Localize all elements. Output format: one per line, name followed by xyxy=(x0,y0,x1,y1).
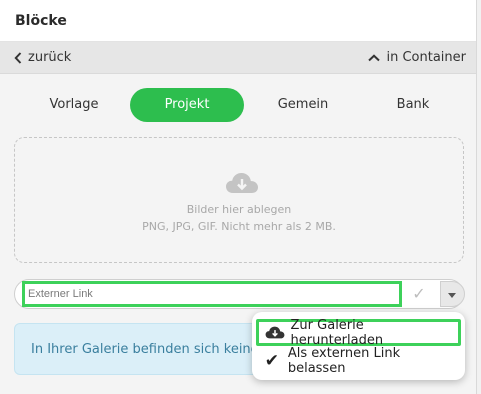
link-options-menu: Zur Galerie herunterladen ✔ Als externen… xyxy=(252,312,465,380)
caret-down-icon xyxy=(448,293,456,298)
dropzone-formats: PNG, JPG, GIF. Nicht mehr als 2 MB. xyxy=(142,220,336,233)
blocks-panel: Blöcke zurück in Container Vorlage Proje… xyxy=(0,0,477,394)
external-link-row: ✓ xyxy=(14,279,465,309)
menu-item-label: Zur Galerie herunterladen xyxy=(290,317,384,348)
confirm-check-icon[interactable]: ✓ xyxy=(410,285,428,303)
navigation-bar: zurück in Container xyxy=(0,42,476,74)
tab-bank[interactable]: Bank xyxy=(358,88,468,122)
check-icon: ✔ xyxy=(264,350,280,371)
image-dropzone[interactable]: Bilder hier ablegen PNG, JPG, GIF. Nicht… xyxy=(14,137,464,263)
panel-header: Blöcke xyxy=(0,0,476,42)
link-options-dropdown-button[interactable] xyxy=(440,281,465,307)
source-tabs: Vorlage Projekt Gemein Bank xyxy=(14,88,464,122)
menu-item-download-to-gallery[interactable]: Zur Galerie herunterladen xyxy=(256,317,461,348)
tab-projekt[interactable]: Projekt xyxy=(130,88,244,122)
menu-item-label: Als externen Link belassen xyxy=(287,345,401,376)
in-container-label: in Container xyxy=(386,50,466,65)
tab-vorlage[interactable]: Vorlage xyxy=(19,88,129,122)
dropzone-hint: Bilder hier ablegen xyxy=(186,203,292,216)
cloud-download-icon xyxy=(259,325,291,340)
back-label: zurück xyxy=(28,50,72,65)
chevron-left-icon xyxy=(14,51,22,64)
external-link-input[interactable] xyxy=(22,281,402,307)
chevron-up-icon xyxy=(368,53,381,61)
back-button[interactable]: zurück xyxy=(14,50,71,65)
in-container-button[interactable]: in Container xyxy=(368,50,466,65)
cloud-download-icon xyxy=(226,173,258,193)
menu-item-keep-external-link[interactable]: ✔ Als externen Link belassen xyxy=(256,345,461,376)
panel-title: Blöcke xyxy=(15,12,67,29)
tab-gemein[interactable]: Gemein xyxy=(246,88,360,122)
